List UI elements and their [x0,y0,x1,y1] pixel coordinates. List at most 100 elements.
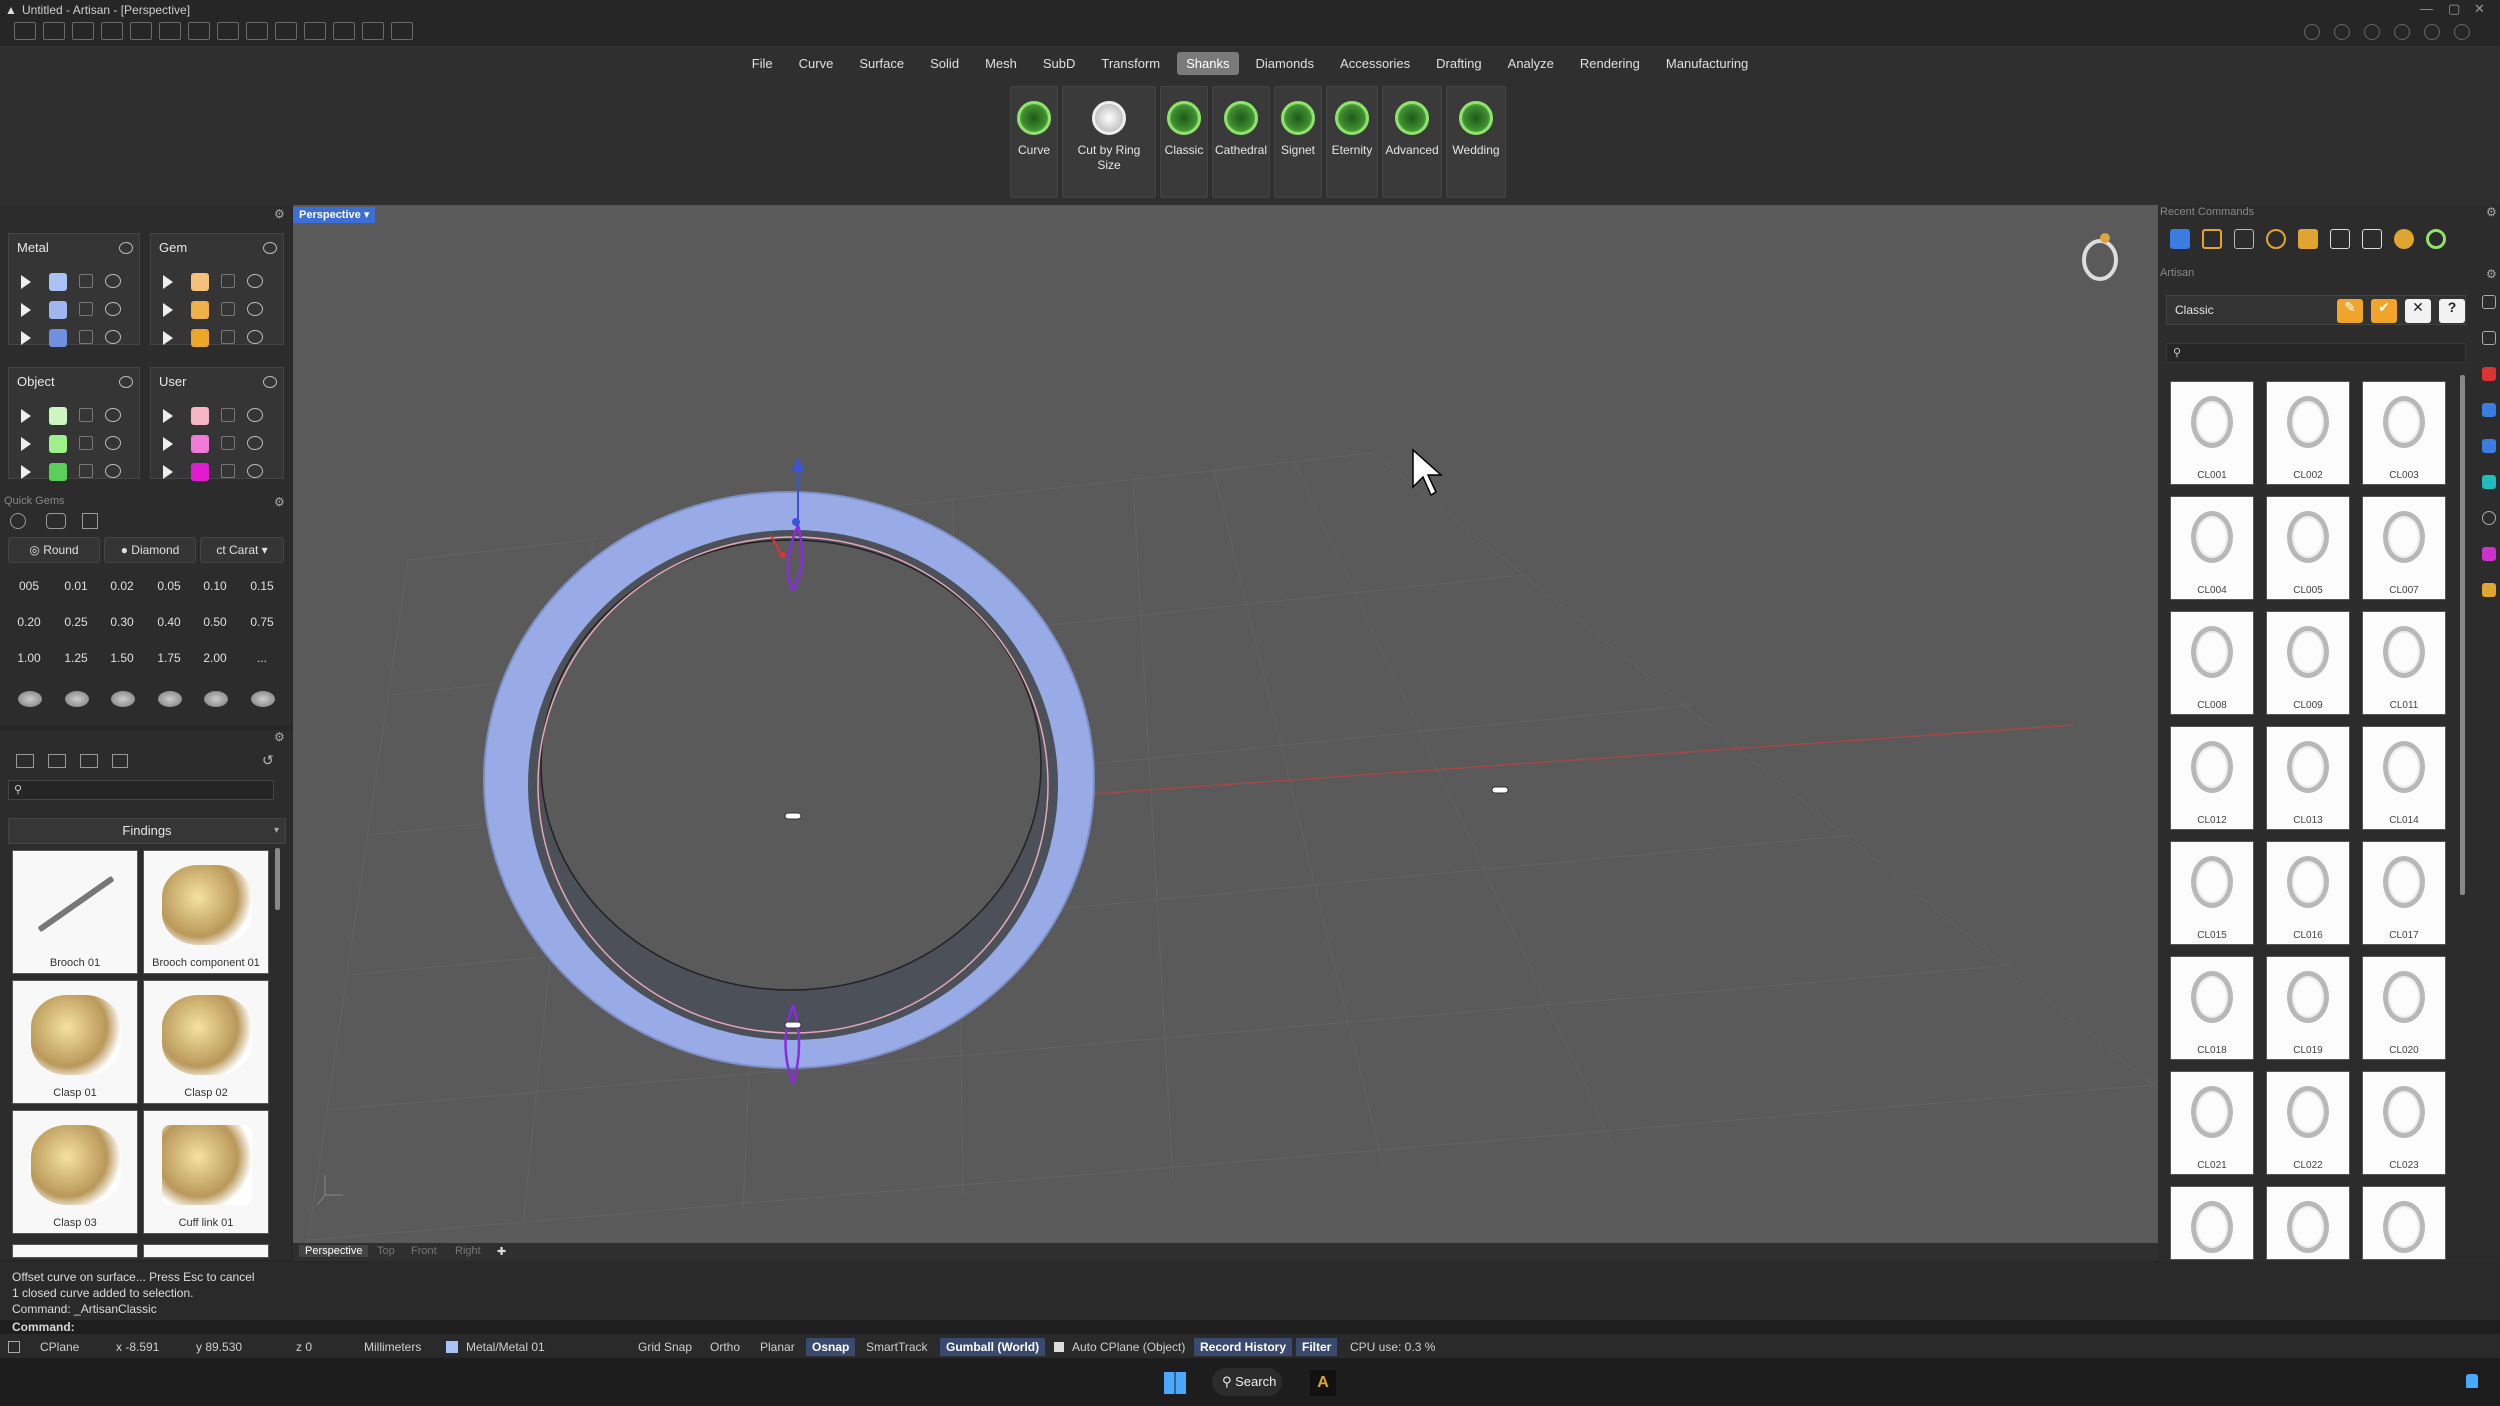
grid-view-icon[interactable] [112,754,128,768]
eye-icon[interactable] [105,302,121,316]
recent-command-icon[interactable] [2170,229,2190,249]
viewport-tab-right[interactable]: Right [455,1245,481,1257]
layer-color-swatch[interactable] [49,329,67,347]
viewport-tab-perspective[interactable]: Perspective [299,1245,369,1257]
control-point[interactable] [784,812,802,820]
preset-item[interactable]: CL011 [2362,611,2446,715]
layer-color-swatch[interactable] [191,435,209,453]
visibility-icon[interactable] [263,376,277,388]
layer-row[interactable] [163,460,273,484]
toggle-osnap[interactable]: Osnap [806,1338,856,1356]
layer-color-swatch[interactable] [191,273,209,291]
gem-size-button[interactable]: 1.75 [148,645,190,671]
gem-size-button[interactable]: 2.00 [194,645,236,671]
import-icon[interactable] [101,22,123,40]
lock-icon[interactable] [79,330,93,344]
recent-command-icon[interactable] [2202,229,2222,249]
preset-item[interactable] [2266,1186,2350,1260]
toggle-record-history[interactable]: Record History [1194,1338,1293,1356]
panel-settings-icon[interactable]: ⚙ [2486,267,2497,281]
options-icon[interactable] [2454,24,2470,40]
side-panel-icon[interactable] [2482,403,2496,417]
snap-icon[interactable] [304,22,326,40]
help-button[interactable]: ? [2439,299,2465,323]
preset-item[interactable]: CL016 [2266,841,2350,945]
expand-icon[interactable] [21,303,31,317]
tab-solid[interactable]: Solid [921,52,968,75]
expand-icon[interactable] [163,465,173,479]
layer-color-swatch[interactable] [191,407,209,425]
side-panel-icon[interactable] [2482,583,2496,597]
tab-manufacturing[interactable]: Manufacturing [1657,52,1757,75]
artisan-taskbar-icon[interactable]: A [1310,1370,1336,1396]
expand-icon[interactable] [163,331,173,345]
status-units[interactable]: Millimeters [364,1340,421,1354]
preset-item[interactable]: CL022 [2266,1071,2350,1175]
library-item-clasp-01[interactable]: Clasp 01 [12,980,138,1104]
expand-icon[interactable] [21,331,31,345]
tab-file[interactable]: File [743,52,782,75]
toggle-planar[interactable]: Planar [760,1340,795,1354]
tab-curve[interactable]: Curve [790,52,843,75]
copy-icon[interactable] [246,22,268,40]
lock-icon[interactable] [79,436,93,450]
tool-classic[interactable]: Classic [1160,86,1208,198]
gem-cut-icon[interactable] [158,691,182,707]
layer-color-swatch[interactable] [191,301,209,319]
eye-icon[interactable] [105,464,121,478]
status-layer[interactable]: Metal/Metal 01 [466,1340,545,1354]
layer-color-swatch[interactable] [191,463,209,481]
lock-icon[interactable] [221,436,235,450]
redo-icon[interactable] [159,22,181,40]
folder-icon[interactable] [16,754,34,768]
new-template-icon[interactable] [43,22,65,40]
gumball-handle[interactable] [780,552,786,558]
gem-cut-icon[interactable] [18,691,42,707]
lock-icon[interactable] [221,274,235,288]
library-item-partial[interactable] [12,1244,138,1258]
library-item-brooch-01[interactable]: Brooch 01 [12,850,138,974]
lock-icon[interactable] [79,274,93,288]
tab-mesh[interactable]: Mesh [976,52,1026,75]
folder-image-icon[interactable] [80,754,98,768]
materials-icon[interactable] [2394,24,2410,40]
panel-settings-icon[interactable]: ⚙ [2486,205,2497,219]
save-as-icon[interactable] [217,22,239,40]
eye-icon[interactable] [247,464,263,478]
library-scrollbar[interactable] [275,848,280,910]
category-select[interactable]: Findings ▾ [8,818,286,844]
tool-cut-by-ring-size[interactable]: Cut by Ring Size [1062,86,1156,198]
expand-icon[interactable] [163,275,173,289]
layer-row[interactable] [21,298,131,322]
gumball-z-arrow[interactable] [792,457,804,471]
preset-item[interactable]: CL017 [2362,841,2446,945]
gem-material-select[interactable]: ● Diamond [104,537,196,563]
expand-icon[interactable] [163,437,173,451]
tab-rendering[interactable]: Rendering [1571,52,1649,75]
expand-icon[interactable] [21,465,31,479]
maximize-button[interactable]: ▢ [2448,1,2460,17]
gem-cut-icon[interactable] [65,691,89,707]
gumball-handle[interactable] [792,518,800,526]
layer-color-swatch[interactable] [191,329,209,347]
preset-item[interactable]: CL009 [2266,611,2350,715]
tab-transform[interactable]: Transform [1092,52,1169,75]
new-icon[interactable] [14,22,36,40]
visibility-icon[interactable] [119,242,133,254]
preset-search-input[interactable]: ⚲ [2166,343,2466,363]
tab-surface[interactable]: Surface [850,52,913,75]
gem-cut-icon[interactable] [111,691,135,707]
tool-wedding[interactable]: Wedding [1446,86,1506,198]
eye-icon[interactable] [247,408,263,422]
layer-row[interactable] [163,326,273,350]
visibility-icon[interactable] [263,242,277,254]
preset-item[interactable]: CL023 [2362,1071,2446,1175]
layer-row[interactable] [21,326,131,350]
quick-gems-settings-icon[interactable]: ⚙ [274,495,285,509]
layer-row[interactable] [163,298,273,322]
minimize-button[interactable]: — [2420,1,2433,16]
gem-tool-icon[interactable] [46,513,66,529]
expand-icon[interactable] [163,409,173,423]
side-panel-icon[interactable] [2482,295,2496,309]
gem-size-button[interactable]: 005 [8,573,50,599]
